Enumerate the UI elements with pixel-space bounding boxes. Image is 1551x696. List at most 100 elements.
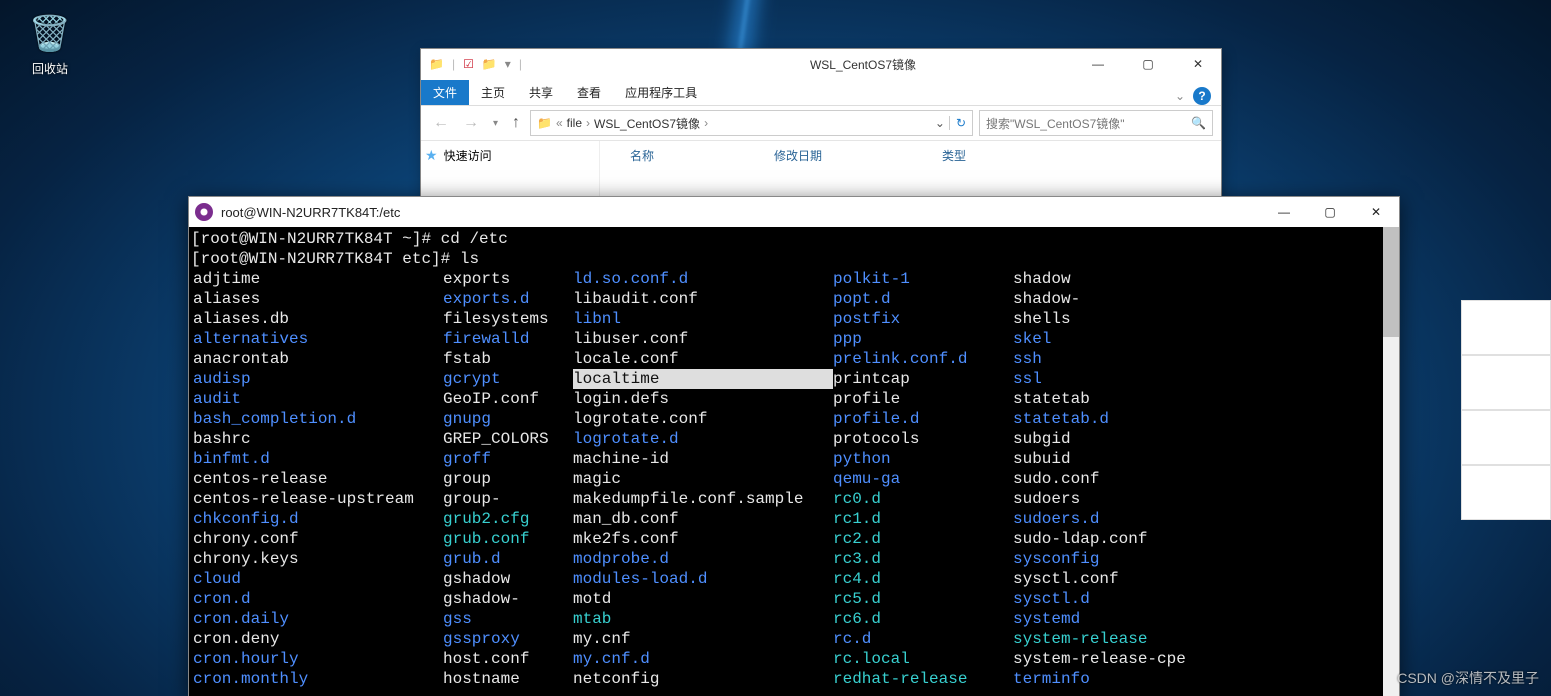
- ls-entry: statetab.d: [1013, 409, 1109, 429]
- task-thumb[interactable]: [1461, 300, 1551, 355]
- ls-entry: host.conf: [443, 649, 573, 669]
- ls-entry: logrotate.d: [573, 429, 833, 449]
- ls-entry: shadow-: [1013, 289, 1080, 309]
- ls-entry: qemu-ga: [833, 469, 1013, 489]
- ls-entry: my.cnf: [573, 629, 833, 649]
- address-dropdown-icon[interactable]: ⌄: [935, 116, 945, 130]
- ls-entry: localtime: [573, 369, 833, 389]
- taskbar-thumbs-panel: [1461, 300, 1551, 520]
- terminal-line: binfmt.dgroffmachine-idpythonsubuid: [191, 449, 1186, 469]
- terminal-body[interactable]: [root@WIN-N2URR7TK84T ~]# cd /etc[root@W…: [189, 227, 1399, 696]
- search-input[interactable]: 搜索"WSL_CentOS7镜像" 🔍: [979, 110, 1213, 136]
- ls-entry: magic: [573, 469, 833, 489]
- ls-entry: postfix: [833, 309, 1013, 329]
- recycle-bin-label: 回收站: [10, 60, 90, 77]
- tab-view[interactable]: 查看: [565, 80, 613, 105]
- ls-entry: aliases: [193, 289, 443, 309]
- ls-entry: ld.so.conf.d: [573, 269, 833, 289]
- ribbon-toggle-icon[interactable]: ⌄: [1175, 89, 1185, 103]
- ls-entry: shells: [1013, 309, 1071, 329]
- close-button[interactable]: ✕: [1353, 197, 1399, 227]
- ls-entry: gnupg: [443, 409, 573, 429]
- nav-forward-icon[interactable]: →: [459, 114, 483, 132]
- terminal-line: chrony.keysgrub.dmodprobe.drc3.dsysconfi…: [191, 549, 1186, 569]
- ls-entry: group-: [443, 489, 573, 509]
- ls-entry: aliases.db: [193, 309, 443, 329]
- ls-entry: sysconfig: [1013, 549, 1099, 569]
- nav-recent-icon[interactable]: ▾: [489, 118, 502, 129]
- ls-entry: chkconfig.d: [193, 509, 443, 529]
- ls-entry: GeoIP.conf: [443, 389, 573, 409]
- ls-entry: rc.d: [833, 629, 1013, 649]
- tab-app-tools[interactable]: 应用程序工具: [613, 80, 709, 105]
- tab-file[interactable]: 文件: [421, 80, 469, 105]
- ls-entry: cloud: [193, 569, 443, 589]
- ls-entry: redhat-release: [833, 669, 1013, 689]
- breadcrumb[interactable]: WSL_CentOS7镜像: [594, 115, 700, 132]
- ls-entry: rc3.d: [833, 549, 1013, 569]
- tab-share[interactable]: 共享: [517, 80, 565, 105]
- ls-entry: makedumpfile.conf.sample: [573, 489, 833, 509]
- terminal-line: adjtimeexportsld.so.conf.dpolkit-1shadow: [191, 269, 1186, 289]
- ls-entry: libaudit.conf: [573, 289, 833, 309]
- minimize-button[interactable]: —: [1075, 49, 1121, 79]
- qa-dropdown-icon[interactable]: ▾: [505, 57, 511, 71]
- nav-up-icon[interactable]: ↑: [508, 114, 524, 132]
- search-icon[interactable]: 🔍: [1191, 116, 1206, 130]
- ls-entry: bash_completion.d: [193, 409, 443, 429]
- task-thumb[interactable]: [1461, 410, 1551, 465]
- ls-entry: sysctl.conf: [1013, 569, 1119, 589]
- ls-entry: python: [833, 449, 1013, 469]
- address-bar[interactable]: 📁 « file › WSL_CentOS7镜像 › ⌄ ↻: [530, 110, 973, 136]
- ls-entry: grub.conf: [443, 529, 573, 549]
- terminal-line: centos-release-upstreamgroup-makedumpfil…: [191, 489, 1186, 509]
- help-icon[interactable]: ?: [1193, 87, 1211, 105]
- ls-entry: subgid: [1013, 429, 1071, 449]
- nav-back-icon[interactable]: ←: [429, 114, 453, 132]
- ls-entry: filesystems: [443, 309, 573, 329]
- ls-entry: audit: [193, 389, 443, 409]
- terminal-window: root@WIN-N2URR7TK84T:/etc — ▢ ✕ [root@WI…: [188, 196, 1400, 696]
- terminal-line: bash_completion.dgnupglogrotate.confprof…: [191, 409, 1186, 429]
- ls-entry: mtab: [573, 609, 833, 629]
- ls-entry: profile.d: [833, 409, 1013, 429]
- task-thumb[interactable]: [1461, 465, 1551, 520]
- ls-entry: exports: [443, 269, 573, 289]
- col-date[interactable]: 修改日期: [774, 147, 822, 193]
- scrollbar[interactable]: [1383, 227, 1399, 696]
- terminal-line: cron.hourlyhost.confmy.cnf.drc.localsyst…: [191, 649, 1186, 669]
- qa-check-icon[interactable]: ☑: [463, 57, 474, 71]
- scrollbar-thumb[interactable]: [1383, 227, 1399, 337]
- minimize-button[interactable]: —: [1261, 197, 1307, 227]
- explorer-titlebar[interactable]: 📁 | ☑ 📁 ▾ | 管理 WSL_CentOS7镜像 — ▢ ✕: [421, 49, 1221, 79]
- terminal-line: cloudgshadowmodules-load.drc4.dsysctl.co…: [191, 569, 1186, 589]
- ls-entry: centos-release-upstream: [193, 489, 443, 509]
- ls-entry: group: [443, 469, 573, 489]
- recycle-bin[interactable]: 🗑️ 回收站: [10, 10, 90, 77]
- nav-pane-quick-access[interactable]: ★ 快速访问: [421, 141, 600, 199]
- ls-entry: system-release: [1013, 629, 1147, 649]
- tab-home[interactable]: 主页: [469, 80, 517, 105]
- ls-entry: modprobe.d: [573, 549, 833, 569]
- maximize-button[interactable]: ▢: [1307, 197, 1353, 227]
- breadcrumb[interactable]: file: [567, 116, 582, 130]
- close-button[interactable]: ✕: [1175, 49, 1221, 79]
- refresh-icon[interactable]: ↻: [949, 116, 966, 130]
- qa-divider: |: [452, 57, 455, 71]
- ls-entry: centos-release: [193, 469, 443, 489]
- terminal-titlebar[interactable]: root@WIN-N2URR7TK84T:/etc — ▢ ✕: [189, 197, 1399, 227]
- ls-entry: rc.local: [833, 649, 1013, 669]
- ls-entry: rc1.d: [833, 509, 1013, 529]
- ls-entry: rc5.d: [833, 589, 1013, 609]
- ls-entry: cron.monthly: [193, 669, 443, 689]
- ls-entry: skel: [1013, 329, 1051, 349]
- ls-entry: grub2.cfg: [443, 509, 573, 529]
- task-thumb[interactable]: [1461, 355, 1551, 410]
- ls-entry: cron.daily: [193, 609, 443, 629]
- col-type[interactable]: 类型: [942, 147, 966, 193]
- col-name[interactable]: 名称: [630, 147, 654, 193]
- ls-entry: man_db.conf: [573, 509, 833, 529]
- ls-entry: netconfig: [573, 669, 833, 689]
- ls-entry: alternatives: [193, 329, 443, 349]
- maximize-button[interactable]: ▢: [1125, 49, 1171, 79]
